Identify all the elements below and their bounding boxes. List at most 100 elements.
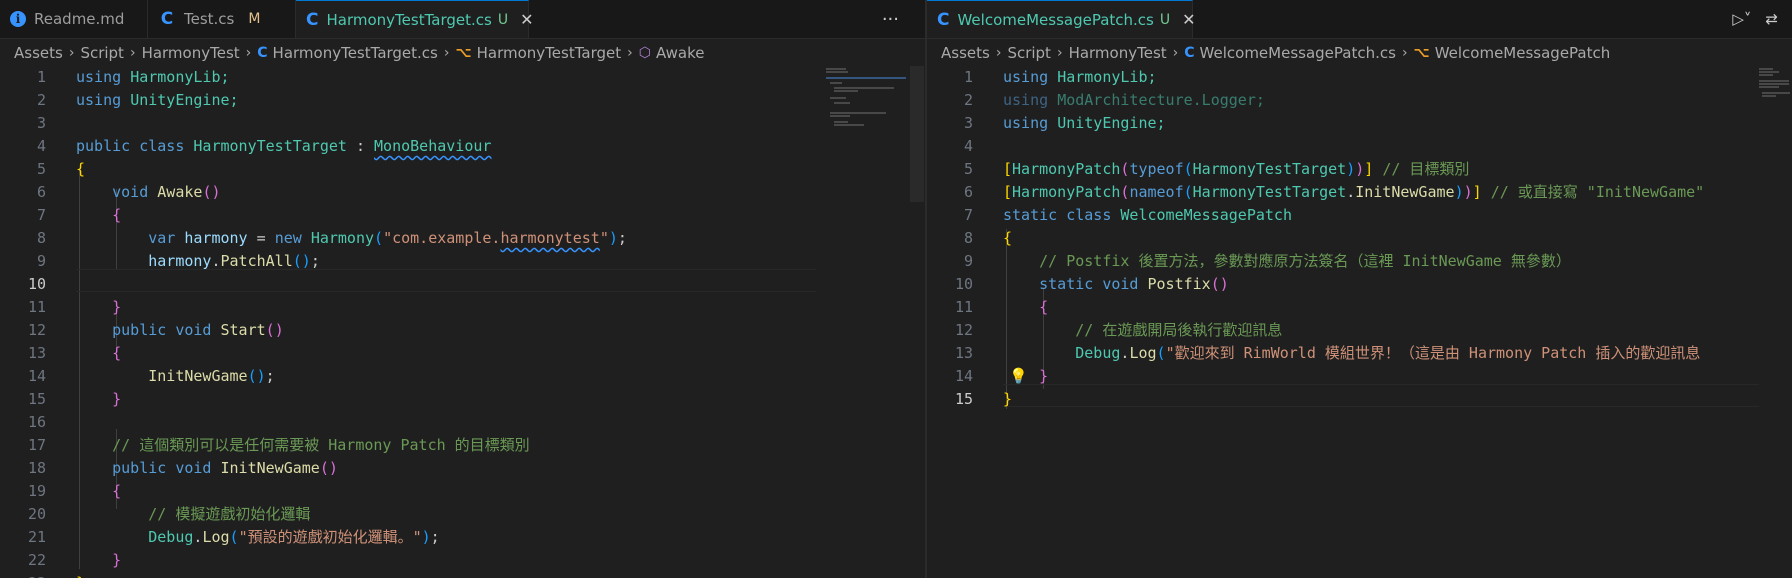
info-icon: i	[10, 11, 26, 27]
code-line: var harmony = new Harmony("com.example.h…	[148, 229, 627, 247]
code-line: static void Postfix()	[1039, 275, 1229, 293]
code-line: public void InitNewGame()	[112, 459, 338, 477]
code-line: public class HarmonyTestTarget : MonoBeh…	[76, 137, 492, 155]
tab-label: HarmonyTestTarget.cs	[326, 10, 492, 29]
scroll-thumb[interactable]	[910, 66, 924, 202]
breadcrumb-item[interactable]: Assets	[14, 44, 63, 62]
editor-actions: ▷˅ ⇄	[1732, 0, 1792, 38]
line-number: 5	[36, 160, 46, 178]
line-number: 21	[27, 528, 46, 546]
line-number: 9	[963, 252, 973, 270]
line-number: 17	[27, 436, 46, 454]
line-number: 20	[27, 505, 46, 523]
breadcrumb-item[interactable]: Assets	[941, 44, 990, 62]
breadcrumb-item[interactable]: Awake	[656, 44, 705, 62]
line-number: 13	[27, 344, 46, 362]
tab-welcome-message-patch[interactable]: C WelcomeMessagePatch.cs U ✕	[927, 0, 1196, 38]
code-line: // 模擬遊戲初始化邏輯	[148, 505, 311, 523]
line-number: 2	[963, 91, 973, 109]
right-editor-group: C WelcomeMessagePatch.cs U ✕ ▷˅ ⇄ Assets…	[927, 0, 1792, 578]
run-icon[interactable]: ▷˅	[1732, 10, 1751, 28]
code-line: using UnityEngine;	[1003, 114, 1166, 132]
code-line: [HarmonyPatch(nameof(HarmonyTestTarget.I…	[1003, 183, 1705, 201]
line-number: 16	[27, 413, 46, 431]
tab-label: Readme.md	[34, 10, 125, 28]
code-line: }	[76, 572, 85, 578]
code-line: Debug.Log("預設的遊戲初始化邏輯。");	[148, 528, 440, 546]
line-number: 23	[0, 572, 46, 578]
code-line: {	[112, 206, 122, 224]
csharp-icon: C	[1184, 45, 1195, 61]
breadcrumb-item[interactable]: Script	[80, 44, 124, 62]
vertical-scrollbar[interactable]	[910, 66, 924, 578]
code-line: // Postfix 後置方法，參數對應原方法簽名（這裡 InitNewGame…	[1039, 252, 1571, 270]
code-line: {	[112, 344, 122, 362]
line-number: 3	[36, 114, 46, 132]
code-line: // 這個類別可以是任何需要被 Harmony Patch 的目標類別	[112, 436, 530, 454]
breadcrumb: Assets › Script › HarmonyTest › C HarmonyTes…	[14, 44, 705, 62]
code-line: using ModArchitecture.Logger;	[1003, 91, 1265, 109]
breadcrumb-item[interactable]: HarmonyTestTarget	[477, 44, 622, 62]
csharp-icon: C	[257, 45, 268, 61]
ellipsis-icon[interactable]: ···	[882, 0, 899, 38]
line-number: 6	[963, 183, 973, 201]
code-line: using HarmonyLib;	[1003, 68, 1157, 86]
line-number: 11	[954, 298, 973, 316]
line-number: 4	[36, 137, 46, 155]
tab-test-cs[interactable]: C Test.cs M	[148, 0, 296, 38]
breadcrumb-item[interactable]: HarmonyTest	[142, 44, 240, 62]
code-line: {	[1003, 229, 1013, 247]
code-editor-right[interactable]: 1 using HarmonyLib; 2 using ModArchitectur…	[927, 66, 1792, 578]
line-number: 7	[36, 206, 46, 224]
code-line: {	[112, 482, 122, 500]
code-editor-left[interactable]: 1 using HarmonyLib; 2 using UnityEngine; 3…	[0, 66, 925, 578]
line-number: 15	[27, 390, 46, 408]
code-line: }	[112, 298, 122, 316]
line-number: 1	[963, 68, 973, 86]
line-number: 4	[963, 137, 973, 155]
line-number: 12	[954, 321, 973, 339]
right-tab-bar: C WelcomeMessagePatch.cs U ✕ ▷˅ ⇄	[927, 0, 1792, 39]
breadcrumb-item[interactable]: HarmonyTestTarget.cs	[273, 44, 438, 62]
class-symbol-icon: ⌥	[455, 45, 472, 61]
breadcrumb-item[interactable]: WelcomeMessagePatch	[1435, 44, 1611, 62]
code-line: }	[1039, 367, 1049, 385]
code-line: {	[1039, 298, 1049, 316]
code-line: }	[112, 551, 122, 569]
close-icon[interactable]: ✕	[1182, 10, 1195, 29]
line-number: 13	[954, 344, 973, 362]
code-line: void Awake()	[112, 183, 221, 201]
close-icon[interactable]: ✕	[520, 10, 533, 29]
code-line: public void Start()	[112, 321, 284, 339]
csharp-icon: C	[160, 9, 174, 29]
method-symbol-icon: ⬡	[638, 45, 651, 61]
minimap-right[interactable]	[1759, 66, 1792, 578]
left-editor-group: i Readme.md C Test.cs M C HarmonyTestTar…	[0, 0, 925, 578]
minimap-left[interactable]	[826, 66, 910, 578]
line-number: 8	[36, 229, 46, 247]
modified-badge: M	[248, 11, 261, 27]
compare-icon[interactable]: ⇄	[1765, 10, 1778, 28]
code-line: Debug.Log("歡迎來到 RimWorld 模組世界！（這是由 Harmo…	[1075, 344, 1701, 362]
tab-readme[interactable]: i Readme.md	[0, 0, 148, 38]
line-number: 1	[36, 68, 46, 86]
tab-label: WelcomeMessagePatch.cs	[957, 10, 1154, 29]
line-number: 6	[36, 183, 46, 201]
line-number: 14	[27, 367, 46, 385]
breadcrumb-item[interactable]: WelcomeMessagePatch.cs	[1200, 44, 1396, 62]
line-number: 5	[963, 160, 973, 178]
untracked-badge: U	[1159, 11, 1171, 28]
line-number: 10	[954, 275, 973, 293]
breadcrumb-item[interactable]: Script	[1007, 44, 1051, 62]
line-number: 15	[954, 390, 973, 408]
untracked-badge: U	[497, 11, 509, 28]
code-line: {	[76, 160, 86, 178]
line-number: 11	[27, 298, 46, 316]
code-line: using UnityEngine;	[76, 91, 239, 109]
code-line: // 在遊戲開局後執行歡迎訊息	[1075, 321, 1283, 339]
csharp-icon: C	[306, 9, 319, 30]
line-number: 8	[963, 229, 973, 247]
breadcrumb-item[interactable]: HarmonyTest	[1069, 44, 1167, 62]
tab-harmony-test-target[interactable]: C HarmonyTestTarget.cs U ✕	[296, 0, 533, 38]
line-number: 14	[954, 367, 973, 385]
